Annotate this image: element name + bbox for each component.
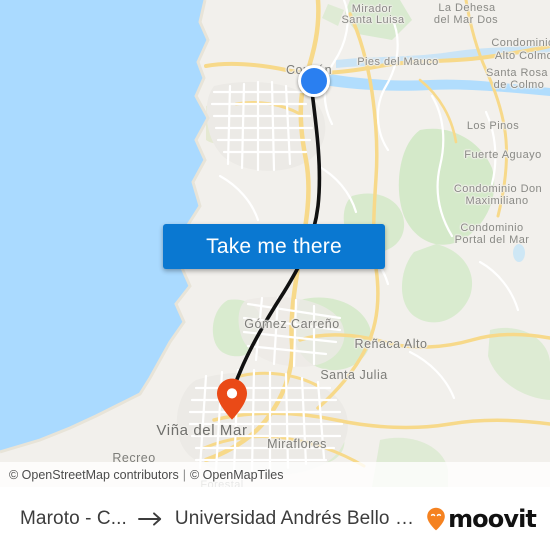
destination-marker[interactable] — [215, 377, 249, 421]
take-me-there-button[interactable]: Take me there — [163, 224, 385, 269]
origin-marker[interactable] — [298, 65, 330, 97]
moovit-route-preview: Mirador Santa Luisa La Dehesa del Mar Dos Co… — [0, 0, 550, 550]
attribution-separator: | — [182, 467, 186, 482]
take-me-there-label: Take me there — [206, 234, 342, 258]
arrow-right-icon — [137, 511, 164, 527]
route-footer-bar: Maroto - C... Universidad Andrés Bello (… — [0, 487, 550, 550]
map-pin-icon — [217, 378, 247, 420]
map-attribution: © OpenStreetMap contributors | © OpenMap… — [0, 462, 550, 487]
route-destination-name[interactable]: Universidad Andrés Bello (Campus L... — [175, 508, 415, 530]
attribution-openmaptiles[interactable]: © OpenMapTiles — [190, 468, 284, 482]
moovit-wordmark: moovit — [448, 505, 537, 533]
moovit-pin-icon — [427, 507, 445, 531]
map-canvas[interactable]: Mirador Santa Luisa La Dehesa del Mar Dos Co… — [0, 0, 550, 487]
moovit-logo[interactable]: moovit — [425, 505, 537, 533]
attribution-osm[interactable]: © OpenStreetMap contributors — [9, 468, 179, 482]
route-summary: Maroto - C... Universidad Andrés Bello (… — [20, 508, 415, 530]
route-origin-name[interactable]: Maroto - C... — [20, 508, 127, 530]
